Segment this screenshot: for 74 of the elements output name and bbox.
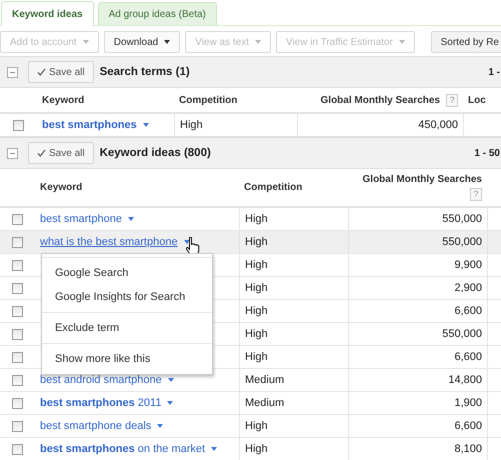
help-icon[interactable]: ? [470,188,482,201]
table-cell: 550,000 [442,213,482,225]
checkbox[interactable] [12,328,23,340]
toolbar-button[interactable]: Download [104,31,180,53]
tab[interactable]: Keyword ideas [1,1,94,26]
caret-icon [128,217,134,221]
checkbox[interactable] [13,120,24,130]
table-cell: 1,900 [454,397,482,409]
column-header: Competition [244,182,302,193]
keyword-link[interactable]: what is the best smartphone [40,236,178,248]
caret-icon [211,447,218,451]
checkbox[interactable] [12,306,23,316]
table-cell: 550,000 [442,236,482,248]
table-cell: High [245,351,268,363]
table-cell: 6,600 [454,305,482,317]
table-cell: High [245,328,268,340]
table-cell: High [245,282,268,294]
menu-item[interactable]: Show more like this [42,347,212,371]
collapse-toggle[interactable] [7,148,18,158]
table-cell: 9,900 [454,259,482,271]
checkbox[interactable] [12,214,23,224]
caret-icon [167,401,174,405]
table-cell: High [245,420,268,432]
tab[interactable]: Ad group ideas (Beta) [98,2,217,25]
keyword-link[interactable]: best android smartphone [40,374,162,386]
keyword-link[interactable]: best smartphone [40,213,122,225]
checkbox[interactable] [12,236,23,248]
table-cell: 8,100 [454,443,482,455]
table-cell: High [245,236,268,248]
save-all-button[interactable]: Save all [28,142,94,164]
page-range: 1 - [488,66,501,78]
column-header: Global Monthly Searches [362,174,482,185]
table-cell: 550,000 [442,328,482,340]
column-header: Keyword [40,182,82,193]
caret-icon [157,424,164,428]
table-cell: 450,000 [418,119,458,131]
checkbox[interactable] [12,398,23,408]
menu-item[interactable]: Google Insights for Search [42,285,212,309]
menu-item[interactable]: Google Search [42,261,212,285]
section-title: Keyword ideas (800) [100,147,211,159]
checkbox[interactable] [12,352,23,362]
section-title: Search terms (1) [100,66,190,78]
column-header: Competition [179,94,238,106]
keyword-link[interactable]: best smartphones on the market [40,443,206,455]
table-cell: 2,900 [454,282,482,294]
checkbox[interactable] [12,260,23,270]
table-cell: Medium [245,397,284,409]
help-icon[interactable]: ? [446,94,458,106]
table-cell: High [245,443,268,455]
table-cell: High [180,119,203,131]
save-all-button[interactable]: Save all [28,61,94,83]
column-header: Global Monthly Searches [320,94,440,106]
table-cell: Medium [245,374,284,386]
collapse-toggle[interactable] [7,66,18,78]
checkbox[interactable] [12,444,23,454]
keyword-link[interactable]: best smartphone deals [40,420,152,432]
keyword-link[interactable]: best smartphones [42,119,137,131]
column-header: Keyword [42,94,84,106]
checkbox[interactable] [12,420,23,432]
table-cell: High [245,259,268,271]
keyword-link[interactable]: best smartphones 2011 [40,397,162,409]
table-cell: 6,600 [454,351,482,363]
table-cell: High [245,305,268,317]
checkbox[interactable] [12,374,23,386]
menu-item[interactable]: Exclude term [42,316,212,340]
table-cell: 14,800 [448,374,482,386]
column-header: Loc [468,94,486,106]
checkbox[interactable] [12,282,23,294]
table-cell: High [245,213,268,225]
page-range: 1 - 50 [474,148,501,158]
check-icon [37,149,46,157]
table-cell: 6,600 [454,420,482,432]
check-icon [37,68,46,76]
caret-icon [142,123,149,127]
